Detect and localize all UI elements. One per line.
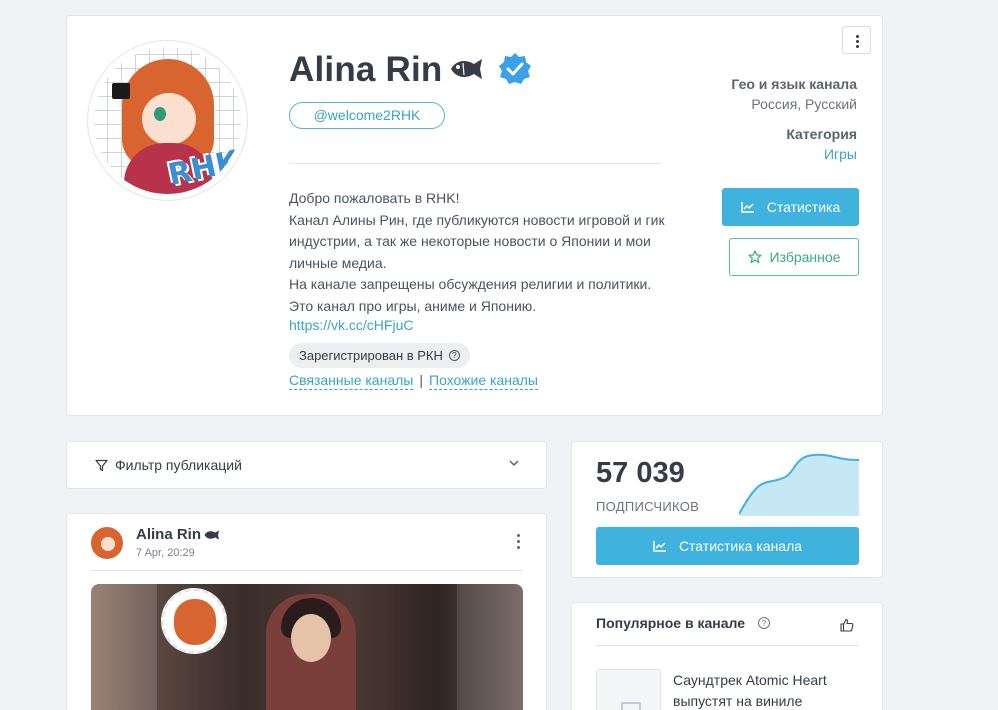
divider: [596, 645, 859, 646]
channel-description: Добро пожаловать в RHK! Канал Алины Рин,…: [289, 190, 665, 314]
avatar-image: RHK: [94, 47, 241, 194]
popular-item-thumbnail[interactable]: [596, 669, 661, 710]
favorite-button[interactable]: Избранное: [729, 238, 859, 276]
category-value-link[interactable]: Игры: [824, 146, 857, 162]
statistics-button-label: Статистика: [766, 199, 841, 215]
popular-title: Популярное в канале: [596, 615, 745, 631]
post-author-avatar[interactable]: [91, 527, 123, 559]
filter-icon: [95, 459, 108, 472]
more-options-button[interactable]: [842, 26, 871, 54]
popular-card: Популярное в канале ? Саундтрек Atomic H…: [571, 602, 883, 710]
related-channels-link[interactable]: Связанные каналы: [289, 372, 414, 390]
question-icon: ?: [448, 350, 460, 361]
post-more-icon[interactable]: [517, 534, 521, 550]
post-card: Alina Rin 7 Apr, 20:29: [66, 513, 547, 710]
channel-statistics-label: Статистика канала: [678, 538, 803, 554]
post-author-name[interactable]: Alina Rin: [136, 526, 201, 543]
statistics-button[interactable]: Статистика: [722, 188, 859, 226]
channel-card: RHK Alina Rin @welcome2RHK Добро пожалов…: [66, 15, 883, 416]
fish-icon: [204, 530, 219, 540]
thumbs-up-icon[interactable]: [840, 618, 854, 632]
channel-statistics-button[interactable]: Статистика канала: [596, 527, 859, 565]
geo-value: Россия, Русский: [751, 96, 857, 112]
divider: [289, 163, 661, 164]
related-links: Связанные каналы | Похожие каналы: [289, 372, 538, 390]
channel-title: Alina Rin: [289, 50, 443, 89]
favorite-button-label: Избранное: [769, 249, 841, 265]
category-label: Категория: [786, 126, 857, 142]
publication-filter[interactable]: Фильтр публикаций: [66, 441, 547, 489]
subscriber-count: 57 039: [596, 457, 685, 489]
similar-channels-link[interactable]: Похожие каналы: [429, 372, 538, 390]
verified-icon: [499, 53, 531, 84]
channel-external-link[interactable]: https://vk.cc/cHFjuC: [289, 317, 413, 333]
channel-avatar[interactable]: RHK: [87, 40, 248, 201]
popular-item-title[interactable]: Саундтрек Atomic Heart выпустят на винил…: [673, 670, 863, 710]
chart-line-icon: [740, 202, 754, 213]
question-icon[interactable]: ?: [758, 617, 770, 629]
rkn-registered-badge[interactable]: Зарегистрирован в РКН ?: [289, 343, 470, 368]
subscriber-label: подписчиков: [596, 499, 700, 514]
channel-handle-button[interactable]: @welcome2RHK: [289, 102, 445, 129]
link-separator: |: [419, 372, 423, 388]
divider: [91, 570, 523, 571]
post-image[interactable]: [91, 584, 523, 710]
chevron-down-icon: [509, 460, 519, 467]
chart-line-icon: [653, 541, 666, 552]
fish-icon: [451, 59, 482, 79]
subscriber-sparkline: [739, 453, 859, 516]
rkn-badge-label: Зарегистрирован в РКН: [299, 348, 443, 363]
filter-label: Фильтр публикаций: [115, 457, 242, 473]
subscribers-card: 57 039 подписчиков Статистика канала: [571, 441, 883, 578]
watermark-logo: [161, 588, 227, 654]
star-icon: [747, 250, 762, 264]
geo-label: Гео и язык канала: [731, 76, 857, 92]
post-date[interactable]: 7 Apr, 20:29: [136, 547, 195, 559]
